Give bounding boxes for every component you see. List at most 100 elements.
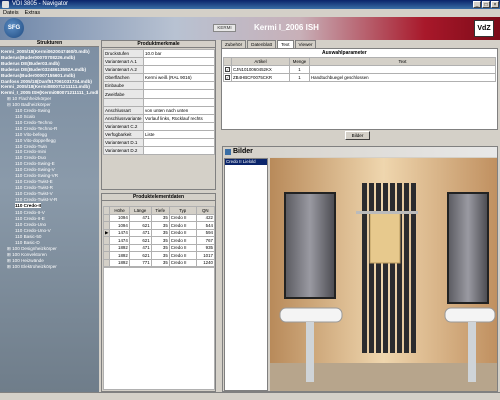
column-header[interactable]: Länge [128,206,152,215]
detail-tabs: Zubehör Datenblatt Text Viewer [221,40,317,48]
column-header[interactable]: Typ [168,206,197,215]
table-row[interactable]: ✓ CJN1010060452KX 1 [223,65,496,74]
table-row[interactable]: Variantenart A.1 [103,57,215,67]
column-header[interactable]: QN [195,206,216,215]
table-cell: 35 [150,221,170,230]
tree-item[interactable]: Buderus DE(Buder03248613592A.mdb) [1,67,98,73]
table-cell [309,65,496,74]
table-row[interactable]: Anschlussvariante Vorlauf links, Rücklauf… [103,113,215,123]
table-row[interactable]: Zweitfabe [103,89,215,99]
structure-panel: Strukturen Kermi_2005/18(Kermi0620047460… [0,40,99,392]
image-list[interactable]: Credo II Lielold [224,158,268,391]
table-cell: 594 [195,228,216,237]
table-cell: 1 [289,73,310,82]
table-cell: 1094 [109,221,130,230]
table-cell: 422 [195,213,216,222]
feature-value: von unten nach unten [143,105,215,115]
bathroom-photo-illustration [270,158,497,391]
maximize-button[interactable]: □ [482,1,490,8]
table-row[interactable]: 1892 471 35 Credo II 935 [102,243,216,252]
table-row[interactable]: Variantenart D.1 [103,138,215,148]
table-cell: 767 [195,236,216,245]
feature-value [143,146,215,156]
table-cell: 1892 [109,258,130,267]
table-row[interactable]: Druckstufen 10.0 bar [103,48,215,59]
product-elements-panel: Produktelementdaten Höhe Länge Tiefe Typ QN 1… [101,193,216,392]
app-icon [2,1,9,8]
table-cell: 771 [128,258,152,267]
image-list-item[interactable]: Credo II Lielold [225,159,267,165]
table-row[interactable]: 1094 471 35 Credo II 422 [102,213,216,222]
tree-item[interactable]: ⊞ 100 Elektroheizkörper [1,264,98,270]
column-header[interactable]: Höhe [109,206,130,215]
table-cell: Handtuchbuegel geschlossen [309,73,496,82]
tree-item[interactable]: 110 Credo-II [1,202,98,211]
close-button[interactable]: × [491,1,499,8]
table-row[interactable]: Oberflächen Kermi weiß (RAL 9016) [103,73,215,83]
column-header[interactable] [223,57,232,66]
table-row[interactable]: 1094 621 35 Credo II 544 [102,221,216,230]
table-row[interactable]: Verfügbarkeit Liste [103,129,215,140]
table-row[interactable]: Variantenart D.2 [103,146,215,156]
feature-name: Einbaube [103,81,144,91]
tree-item-selected[interactable]: 110 Credo-II [15,202,42,209]
table-row[interactable]: Variantenart C.2 [103,121,215,131]
structure-tree[interactable]: Kermi_2005/18(Kermi0620047460/0.mdb) Bude… [0,47,99,392]
tab-datenblatt[interactable]: Datenblatt [247,40,277,48]
table-cell: 544 [195,221,216,230]
product-features-panel: Produktmerkmale Druckstufen 10.0 bar Varia… [101,40,216,190]
tab-text[interactable]: Text [277,40,294,48]
table-row[interactable]: 1892 771 35 Credo II 1240 [102,258,216,267]
column-header[interactable]: Menge [289,57,310,66]
table-cell: 1240 [195,258,216,267]
row-checkbox[interactable]: ✓ [225,75,230,81]
bilder-window: Bilder Credo II Lielold [222,146,498,392]
table-cell: 621 [128,251,152,260]
product-elements-table: Höhe Länge Tiefe Typ QN 1094 471 35 Credo II 422 1… [102,206,216,267]
product-photo [270,158,497,391]
minimize-button[interactable]: _ [473,1,481,8]
table-cell: 35 [150,236,170,245]
table-cell: Credo II [168,236,197,245]
table-cell: ZB4HBCF0075CKR [231,73,290,82]
table-cell: 1 [289,65,310,74]
table-cell: 471 [128,228,152,237]
table-cell: 1892 [109,251,130,260]
selection-params-panel: Auswahlparameter Artikel Menge Text ✓ CJN101… [221,48,498,130]
feature-name [103,97,144,107]
table-cell: Credo II [168,258,197,267]
menu-dateis[interactable]: Dateis [3,9,19,17]
structure-heading: Strukturen [0,40,99,47]
table-cell: 1017 [195,251,216,260]
table-row[interactable]: ✓ ZB4HBCF0075CKR 1 Handtuchbuegel geschloss… [223,73,496,82]
table-cell: Credo II [168,243,197,252]
menu-extras[interactable]: Extras [25,9,41,17]
table-row[interactable]: Einbaube [103,81,215,91]
table-cell: Credo II [168,228,197,237]
product-features-table: Druckstufen 10.0 bar Variantenart A.1 Varia… [103,48,215,156]
table-row[interactable]: Anschlussart von unten nach unten [103,105,215,115]
feature-value [143,97,215,107]
column-header[interactable]: Artikel [231,57,290,66]
feature-value [143,121,215,131]
table-row[interactable]: ▶ 1474 471 35 Credo II 594 [102,228,216,237]
sfg-logo: SFG [4,18,24,38]
row-checkbox[interactable]: ✓ [225,67,230,73]
bilder-button[interactable]: Bilder [345,131,370,140]
selection-params-heading: Auswahlparameter [322,50,367,56]
feature-name: Variantenart D.2 [103,146,144,156]
checkbox-cell: ✓ [223,65,232,74]
table-row[interactable] [103,97,215,107]
table-cell: Credo II [168,251,197,260]
tab-viewer[interactable]: Viewer [294,40,317,48]
bilder-titlebar: Bilder [223,147,497,157]
table-row[interactable]: Variantenart A.2 [103,65,215,75]
column-header[interactable]: Text [309,57,496,66]
column-header[interactable]: Tiefe [150,206,170,215]
feature-name: Zweitfabe [103,89,144,99]
table-row[interactable]: 1474 621 35 Credo II 767 [102,236,216,245]
table-cell: CJN1010060452KX [231,65,290,74]
table-row[interactable]: 1892 621 35 Credo II 1017 [102,251,216,260]
tab-zubehör[interactable]: Zubehör [221,40,247,48]
feature-name: Anschlussvariante [103,113,144,123]
